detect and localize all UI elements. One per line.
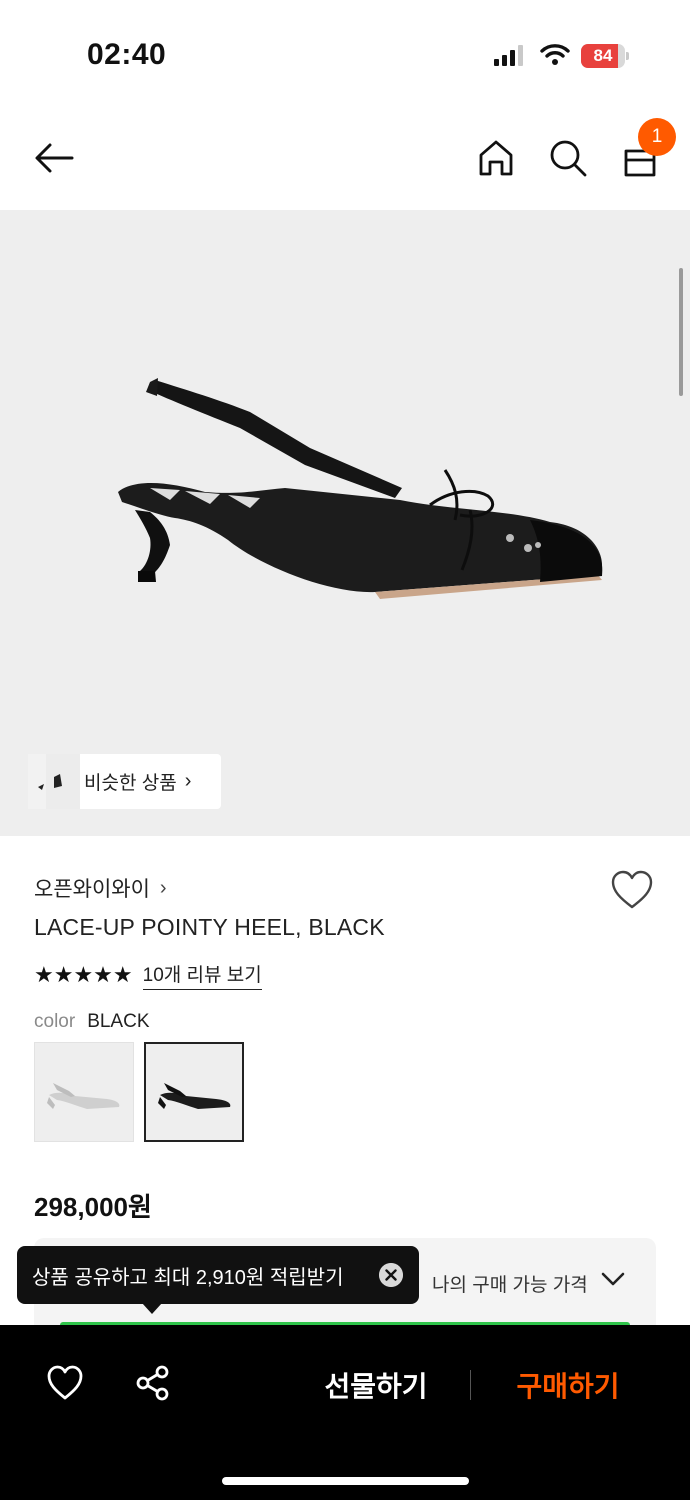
brand-name: 오픈와이와이 xyxy=(34,878,150,901)
close-icon[interactable] xyxy=(379,1263,403,1287)
tooltip-arrow xyxy=(142,1303,162,1314)
product-price: 298,000원 xyxy=(34,1192,152,1222)
rating-row: ★★★★★ 10개 리뷰 보기 xyxy=(34,960,262,990)
similar-product-image xyxy=(28,754,80,809)
buy-button[interactable]: 구매하기 xyxy=(500,1365,636,1405)
similar-products-button[interactable]: 비슷한 상품 › xyxy=(28,754,221,809)
chevron-down-icon xyxy=(601,1272,625,1286)
home-indicator[interactable] xyxy=(222,1477,469,1485)
arrow-left-icon[interactable] xyxy=(34,138,74,178)
battery-indicator: 84 xyxy=(581,44,629,68)
heart-icon[interactable] xyxy=(46,1365,84,1401)
wifi-icon xyxy=(540,44,570,65)
black-heel-thumbnail xyxy=(158,1083,231,1109)
similar-products-label: 비슷한 상품 xyxy=(84,773,177,794)
star-rating-icon: ★★★★★ xyxy=(34,962,133,987)
chevron-right-icon: › xyxy=(159,876,167,899)
cellular-signal-icon xyxy=(494,45,523,66)
heart-icon[interactable] xyxy=(610,870,654,910)
bottom-action-bar: 선물하기 구매하기 xyxy=(0,1325,690,1500)
tooltip-text: 상품 공유하고 최대 2,910원 적립받기 xyxy=(32,1266,344,1289)
gallery-scrollbar xyxy=(679,268,683,396)
gift-button[interactable]: 선물하기 xyxy=(310,1365,442,1405)
share-reward-tooltip: 상품 공유하고 최대 2,910원 적립받기 xyxy=(17,1246,419,1304)
bottom-bar-divider xyxy=(470,1370,471,1400)
status-time: 02:40 xyxy=(87,38,167,71)
purchasable-price-label: 나의 구매 가능 가격 xyxy=(432,1275,588,1296)
product-title: LACE-UP POINTY HEEL, BLACK xyxy=(34,914,385,940)
brand-link[interactable]: 오픈와이와이 › xyxy=(34,873,167,903)
color-swatch-black[interactable] xyxy=(144,1042,244,1142)
color-key: color xyxy=(34,1011,76,1032)
app-header xyxy=(0,110,690,210)
product-image-gallery[interactable]: 비슷한 상품 › xyxy=(0,210,690,836)
similar-product-thumbnail xyxy=(28,754,80,809)
color-row: color BLACK xyxy=(34,1011,150,1033)
battery-body: 84 xyxy=(581,44,625,68)
review-link[interactable]: 10개 리뷰 보기 xyxy=(142,960,262,990)
product-photo-black-heel xyxy=(118,378,603,599)
home-icon[interactable] xyxy=(476,138,516,178)
battery-percent: 84 xyxy=(593,46,613,65)
search-icon[interactable] xyxy=(548,138,588,178)
color-swatch-silver[interactable] xyxy=(34,1042,134,1142)
chevron-right-icon: › xyxy=(184,770,192,792)
color-value: BLACK xyxy=(87,1011,150,1032)
battery-cap xyxy=(626,52,629,60)
silver-heel-thumbnail xyxy=(47,1083,120,1109)
share-icon[interactable] xyxy=(135,1365,171,1401)
status-bar: 02:40 84 xyxy=(0,0,690,100)
cart-count-badge: 1 xyxy=(638,118,676,156)
